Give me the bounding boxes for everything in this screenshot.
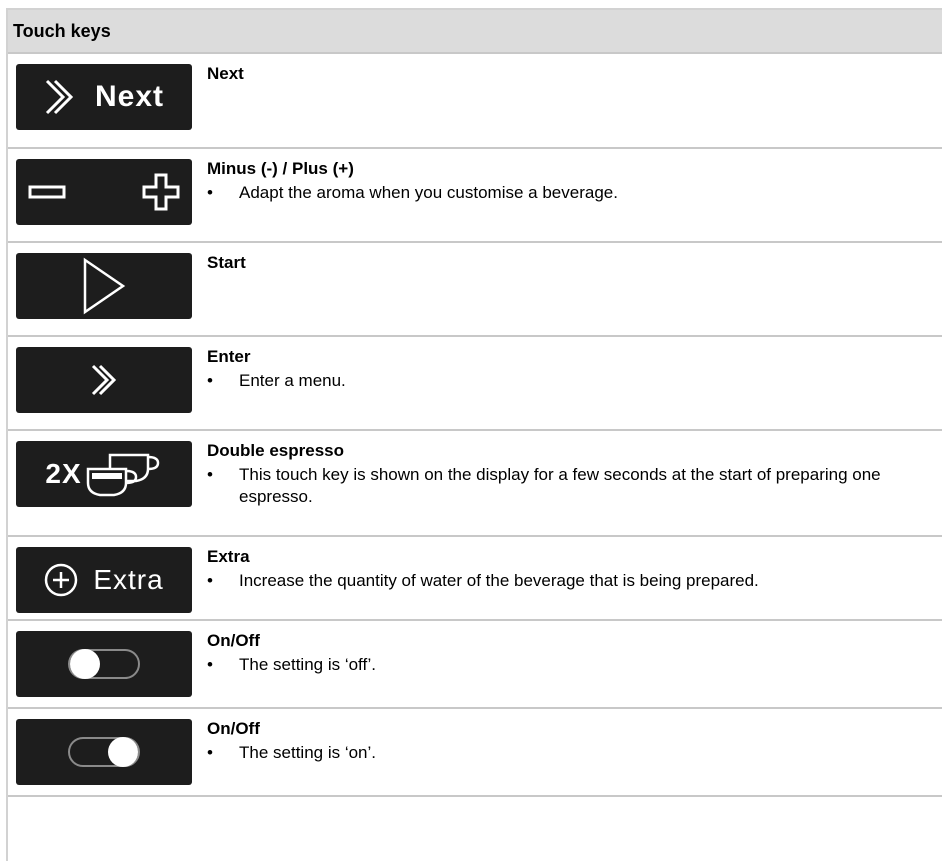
table-header: Touch keys (8, 10, 942, 54)
row-title: On/Off (207, 631, 260, 650)
double-chevron-right-icon (91, 364, 116, 396)
extra-key-label: Extra (93, 564, 164, 595)
row-title: Next (207, 64, 244, 83)
list-item: • Increase the quantity of water of the … (207, 571, 759, 590)
touch-keys-table: Touch keys Next Next Minus (-) / Plus (+… (6, 8, 942, 861)
row-title: Minus (-) / Plus (+) (207, 159, 354, 178)
row-title: On/Off (207, 719, 260, 738)
table-row-next: Next Next (8, 54, 942, 149)
enter-key[interactable] (15, 347, 192, 413)
start-key[interactable] (15, 253, 192, 319)
next-key-label: Next (94, 80, 165, 113)
double-espresso-key[interactable]: 2X (15, 441, 192, 507)
table-bottom-spacer (8, 797, 942, 827)
table-row-extra: Extra Extra • Increase the quantity of w… (8, 537, 942, 621)
double-chevron-right-icon (45, 79, 74, 115)
toggle-off-key[interactable] (15, 631, 192, 697)
play-icon (83, 257, 125, 315)
row-title: Start (207, 253, 246, 272)
table-row-enter: Enter • Enter a menu. (8, 337, 942, 431)
double-espresso-cups-icon (86, 453, 159, 497)
table-row-double-espresso: 2X Double espresso • This touch key is s… (8, 431, 942, 537)
list-item: • This touch key is shown on the display… (207, 465, 881, 506)
row-title: Extra (207, 547, 250, 566)
row-title: Enter (207, 347, 251, 366)
minus-icon (28, 185, 65, 199)
toggle-on-key[interactable] (15, 719, 192, 785)
row-title: Double espresso (207, 441, 344, 460)
next-key[interactable]: Next (15, 64, 192, 130)
table-title: Touch keys (13, 20, 111, 41)
toggle-off-icon (67, 649, 140, 679)
table-row-start: Start (8, 243, 942, 337)
table-row-on-off-off: On/Off • The setting is ‘off’. (8, 621, 942, 709)
toggle-on-icon (67, 737, 140, 767)
plus-icon (142, 173, 179, 211)
extra-key[interactable]: Extra (15, 547, 192, 613)
list-item: • Enter a menu. (207, 371, 346, 390)
list-item: • Adapt the aroma when you customise a b… (207, 183, 618, 202)
table-row-on-off-on: On/Off • The setting is ‘on’. (8, 709, 942, 797)
plus-circle-icon (45, 563, 78, 597)
table-row-minus-plus: Minus (-) / Plus (+) • Adapt the aroma w… (8, 149, 942, 243)
double-espresso-key-label: 2X (45, 458, 82, 489)
minus-plus-key[interactable] (15, 159, 192, 225)
list-item: • The setting is ‘on’. (207, 743, 377, 762)
list-item: • The setting is ‘off’. (207, 655, 377, 674)
